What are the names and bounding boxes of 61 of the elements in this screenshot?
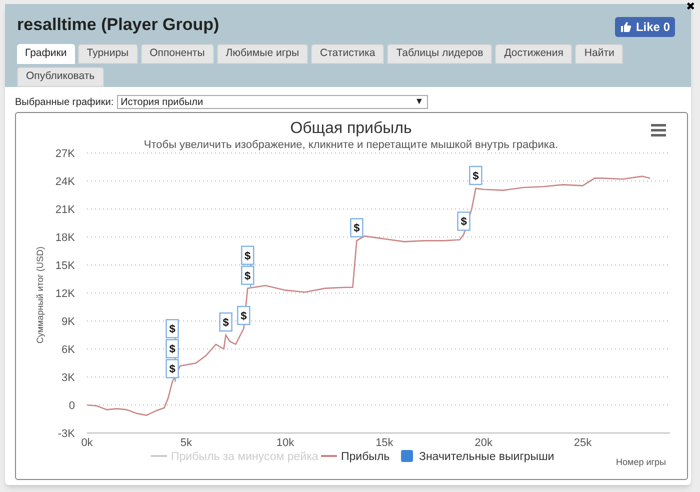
window-title: resalltime (Player Group) [17, 14, 220, 36]
y-tick-label: 9K [62, 316, 75, 328]
flag-marker[interactable] [166, 338, 179, 358]
x-tick-label: 10k [276, 436, 294, 448]
x-tick-label: 20k [474, 436, 492, 448]
x-tick-label: 25k [574, 436, 592, 448]
menu-icon[interactable] [651, 124, 666, 136]
x-tick-label: 15k [376, 436, 394, 448]
tab[interactable]: Найти [575, 44, 624, 64]
y-axis-title: Суммарный итог (USD) [35, 246, 45, 344]
x-axis-title: Номер игры [616, 456, 666, 466]
flag-label: $ [244, 270, 251, 282]
flag-marker[interactable] [241, 245, 254, 264]
flag-marker[interactable] [241, 265, 254, 284]
chart-title: Общая прибыль [290, 120, 412, 136]
flag-label: $ [169, 343, 176, 356]
flag-label: $ [460, 216, 467, 228]
x-tick-label: 0k [81, 436, 93, 448]
y-tick-label: 21K [55, 204, 75, 216]
tab[interactable]: Статистика [311, 44, 384, 64]
flag-marker[interactable] [350, 218, 364, 237]
tab[interactable]: Графики [17, 44, 75, 64]
like-button[interactable]: Like 0 [614, 16, 675, 37]
flag-marker[interactable] [237, 305, 250, 325]
x-tick-label: 5k [180, 436, 192, 448]
flag-label: $ [169, 323, 176, 336]
chart-subtitle: Чтобы увеличить изображение, кликните и перетащите мышкой внутрь графика. [144, 138, 558, 150]
flag-label: $ [222, 316, 229, 328]
close-button[interactable]: ✖ [686, 2, 695, 13]
chart-select[interactable]: История прибыли ▼ [116, 95, 428, 109]
y-tick-label: 3K [62, 372, 75, 384]
flag-marker[interactable] [166, 358, 179, 378]
legend-item[interactable]: Значительные выигрыши [401, 450, 554, 462]
y-tick-label: 24K [55, 176, 75, 188]
thumbs-up-icon [620, 20, 632, 33]
y-tick-label: 27K [55, 148, 75, 160]
flag-label: $ [240, 310, 247, 322]
flag-marker[interactable] [457, 211, 470, 230]
legend-item[interactable]: Прибыль [321, 450, 390, 462]
flag-label: $ [472, 170, 479, 182]
flag-label: $ [354, 222, 360, 234]
legend-label: Прибыль [341, 450, 390, 462]
select-label: Выбранные графики: [15, 96, 114, 110]
y-tick-label: 15K [55, 260, 75, 272]
flag-marker[interactable] [469, 165, 482, 185]
y-tick-label: 0 [68, 400, 75, 412]
leader-line [250, 264, 252, 288]
tab[interactable]: Опубликовать [17, 66, 104, 86]
y-tick-label: -3K [58, 428, 75, 440]
flag-label: $ [169, 363, 176, 376]
tab[interactable]: Таблицы лидеров [387, 44, 492, 64]
flag-marker[interactable] [219, 312, 232, 332]
tab[interactable]: Оппоненты [140, 44, 214, 64]
tab[interactable]: Достижения [495, 44, 572, 64]
flag-marker[interactable] [166, 318, 179, 338]
flag-label: $ [244, 250, 251, 262]
y-tick-label: 18K [55, 232, 75, 244]
tab[interactable]: Турниры [78, 44, 138, 64]
y-tick-label: 12K [55, 288, 75, 300]
tab[interactable]: Любимые игры [216, 44, 308, 64]
y-tick-label: 6K [62, 344, 75, 356]
